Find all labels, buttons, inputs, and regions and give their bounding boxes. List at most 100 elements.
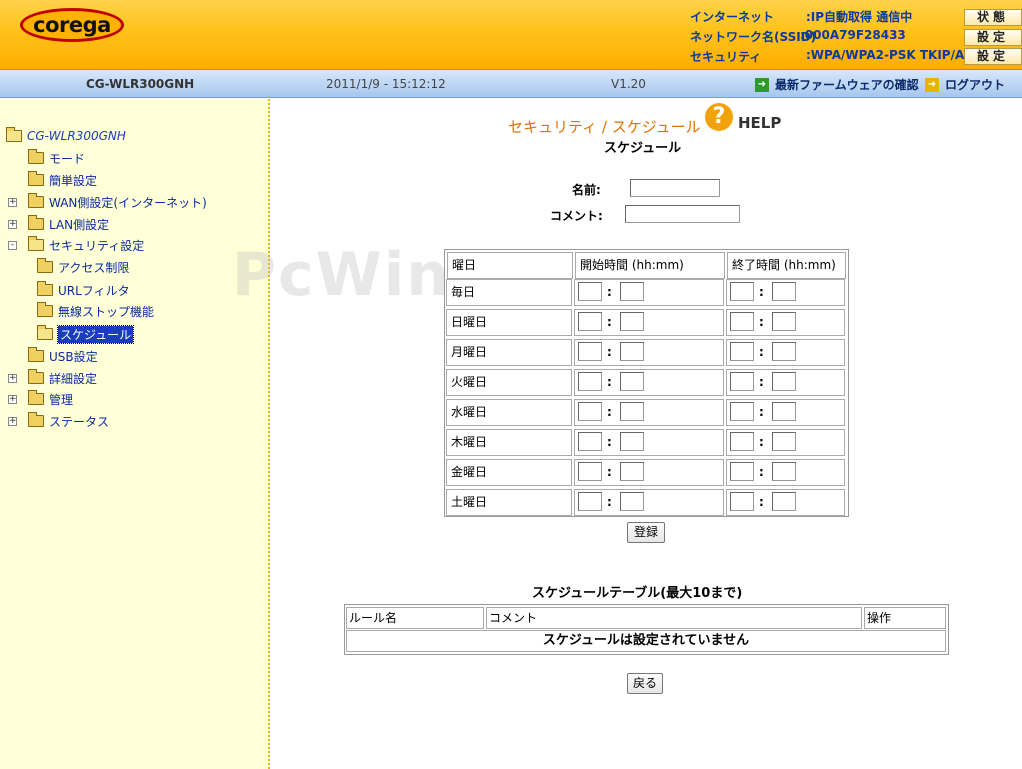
status-label-ssid: ネットワーク名(SSID) [690,30,817,44]
start-minute-input[interactable] [620,492,644,511]
help-link[interactable]: HELP [738,114,781,132]
time-separator: : [607,285,612,299]
sidebar-item-security[interactable]: - セキュリティ設定 [8,236,144,254]
end-hour-input[interactable] [730,312,754,331]
start-hour-input[interactable] [578,372,602,391]
start-hour-input[interactable] [578,432,602,451]
end-hour-input[interactable] [730,342,754,361]
schedule-table-title: スケジュールテーブル(最大10まで) [532,586,743,601]
name-input[interactable] [630,179,720,197]
sidebar-item-label: ステータス [49,414,110,429]
sidebar: CG-WLR300GNH モード 簡単設定 + WAN側設定(インターネット) … [0,99,270,769]
end-minute-input[interactable] [772,282,796,301]
expand-icon[interactable]: + [8,197,17,207]
security-settings-button[interactable]: 設定 [964,48,1022,65]
end-hour-input[interactable] [730,402,754,421]
sidebar-item-usb[interactable]: USB設定 [8,347,98,365]
sidebar-item-access-control[interactable]: アクセス制限 [37,258,129,276]
sidebar-item-easy-setup[interactable]: 簡単設定 [8,171,97,189]
start-hour-input[interactable] [578,312,602,331]
folder-open-icon [37,325,53,340]
end-hour-input[interactable] [730,432,754,451]
folder-icon [28,369,44,384]
end-hour-input[interactable] [730,462,754,481]
status-label-security: セキュリティ [690,50,762,64]
end-minute-input[interactable] [772,462,796,481]
time-separator: : [759,405,764,419]
sidebar-item-schedule[interactable]: スケジュール [37,324,135,344]
firmware-check-link[interactable]: ➜ 最新ファームウェアの確認 [755,76,919,93]
logo-text: corega [33,13,111,37]
end-minute-input[interactable] [772,342,796,361]
comment-label: コメント: [550,209,603,223]
comment-input[interactable] [625,205,740,223]
end-hour-input[interactable] [730,282,754,301]
day-label: 木曜日 [446,429,572,456]
day-label: 土曜日 [446,489,572,516]
expand-icon[interactable]: + [8,373,17,383]
status-button[interactable]: 状態 [964,9,1022,26]
expand-icon[interactable]: + [8,394,17,404]
sidebar-item-wan[interactable]: + WAN側設定(インターネット) [8,193,207,211]
sidebar-item-label: LAN側設定 [49,217,110,232]
end-hour-input[interactable] [730,492,754,511]
sidebar-item-label: モード [49,151,86,166]
info-bar: CG-WLR300GNH 2011/1/9 - 15:12:12 V1.20 ➜… [0,70,1022,98]
register-button[interactable]: 登録 [627,522,665,543]
folder-icon [28,193,44,208]
sidebar-item-wireless-stop[interactable]: 無線ストップ機能 [37,302,154,320]
folder-icon [28,215,44,230]
start-hour-input[interactable] [578,492,602,511]
end-minute-input[interactable] [772,372,796,391]
time-separator: : [759,285,764,299]
sidebar-item-url-filter[interactable]: URLフィルタ [37,281,130,299]
start-minute-input[interactable] [620,342,644,361]
start-minute-input[interactable] [620,462,644,481]
start-minute-input[interactable] [620,372,644,391]
start-minute-input[interactable] [620,402,644,421]
time-separator: : [607,345,612,359]
start-hour-input[interactable] [578,462,602,481]
empty-message: スケジュールは設定されていません [346,630,946,652]
corega-logo[interactable]: corega [20,8,124,42]
back-button[interactable]: 戻る [627,673,663,694]
end-minute-input[interactable] [772,432,796,451]
end-hour-input[interactable] [730,372,754,391]
day-label: 月曜日 [446,339,572,366]
sidebar-item-advanced[interactable]: + 詳細設定 [8,369,97,387]
arrow-right-icon: ➜ [925,77,939,92]
collapse-icon[interactable]: - [8,240,17,250]
folder-icon [28,390,44,405]
sidebar-item-mode[interactable]: モード [8,149,85,167]
start-minute-input[interactable] [620,432,644,451]
column-header-comment: コメント [486,607,862,629]
start-hour-input[interactable] [578,342,602,361]
time-separator: : [607,315,612,329]
time-separator: : [607,405,612,419]
expand-icon[interactable]: + [8,219,17,229]
time-separator: : [759,435,764,449]
sidebar-item-status[interactable]: + ステータス [8,412,109,430]
help-icon[interactable]: ? [705,103,733,131]
sidebar-item-label: 無線ストップ機能 [58,304,155,319]
time-separator: : [759,465,764,479]
firmware-version: V1.20 [611,77,646,91]
sidebar-item-lan[interactable]: + LAN側設定 [8,215,109,233]
end-minute-input[interactable] [772,402,796,421]
firmware-check-label: 最新ファームウェアの確認 [775,78,919,92]
arrow-right-icon: ➜ [755,77,769,92]
start-minute-input[interactable] [620,312,644,331]
start-minute-input[interactable] [620,282,644,301]
expand-icon[interactable]: + [8,416,17,426]
sidebar-item-label: 管理 [49,392,74,407]
logout-link[interactable]: ➜ ログアウト [925,76,1005,93]
start-hour-input[interactable] [578,402,602,421]
end-minute-input[interactable] [772,312,796,331]
sidebar-item-admin[interactable]: + 管理 [8,390,73,408]
ssid-settings-button[interactable]: 設定 [964,29,1022,46]
start-hour-input[interactable] [578,282,602,301]
end-minute-input[interactable] [772,492,796,511]
sidebar-root[interactable]: CG-WLR300GNH [6,127,126,145]
